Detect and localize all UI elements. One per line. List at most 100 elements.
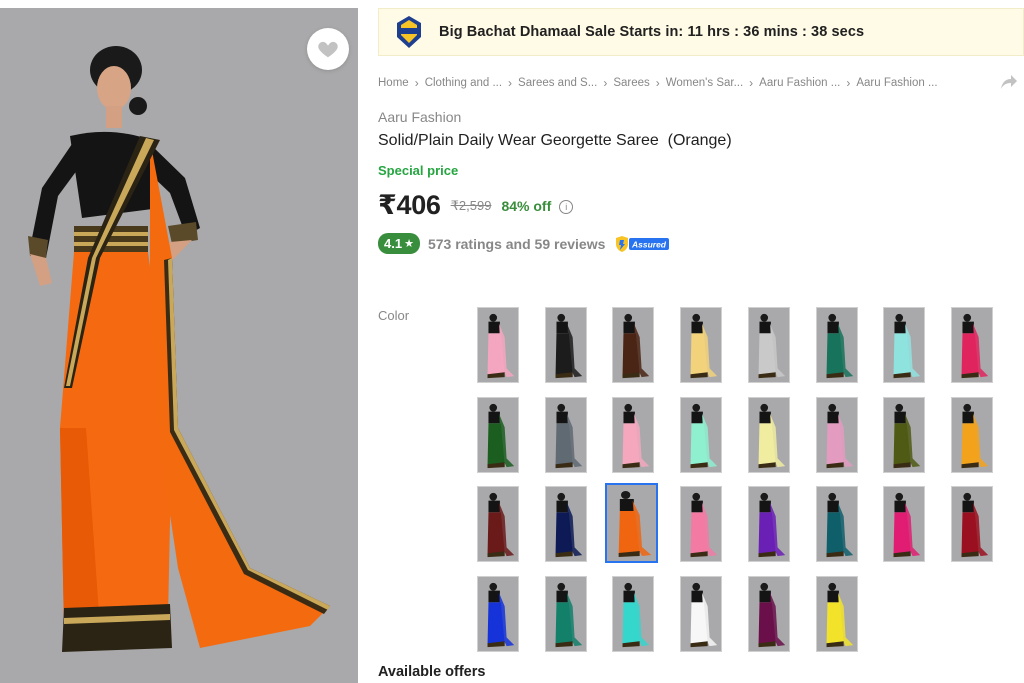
saree-thumbnail (478, 577, 518, 651)
saree-thumbnail (681, 577, 721, 651)
saree-thumbnail (546, 398, 586, 472)
color-swatch[interactable] (477, 307, 519, 383)
rating-row: 4.1 ★ 573 ratings and 59 reviews Assured (378, 233, 671, 254)
heart-icon (318, 41, 338, 58)
saree-thumbnail (546, 487, 586, 561)
color-swatch[interactable] (477, 486, 519, 562)
star-icon: ★ (404, 238, 414, 250)
color-swatch[interactable] (605, 483, 658, 563)
color-label: Color (378, 308, 410, 323)
rating-value: 4.1 (384, 236, 403, 251)
color-swatch[interactable] (951, 397, 993, 473)
chevron-right-icon: › (655, 76, 660, 90)
breadcrumb-sarees-and-suits[interactable]: Sarees and S... (518, 77, 597, 89)
color-swatch[interactable] (748, 307, 790, 383)
available-offers-heading: Available offers (378, 664, 486, 680)
rating-badge[interactable]: 4.1 ★ (378, 233, 420, 254)
color-swatch[interactable] (748, 576, 790, 652)
assured-badge-icon: Assured (616, 235, 670, 252)
product-page: Big Bachat Dhamaal Sale Starts in: 11 hr… (0, 0, 1024, 683)
saree-thumbnail (952, 308, 992, 382)
original-price: ₹2,599 (450, 197, 492, 213)
wishlist-button[interactable] (307, 28, 349, 70)
special-price-label: Special price (378, 163, 459, 178)
saree-thumbnail (749, 487, 789, 561)
saree-thumbnail (749, 577, 789, 651)
color-swatch[interactable] (612, 576, 654, 652)
discount-percent: 84% off (501, 197, 552, 214)
chevron-right-icon: › (603, 76, 608, 90)
saree-thumbnail (884, 308, 924, 382)
color-swatch[interactable] (612, 307, 654, 383)
color-swatch[interactable] (545, 486, 587, 562)
share-icon[interactable] (1000, 74, 1018, 90)
saree-thumbnail (681, 398, 721, 472)
breadcrumb: Home › Clothing and ... › Sarees and S..… (378, 76, 1024, 90)
saree-thumbnail (681, 308, 721, 382)
color-swatch[interactable] (816, 307, 858, 383)
color-swatch[interactable] (680, 307, 722, 383)
breadcrumb-sarees[interactable]: Sarees (613, 77, 649, 89)
saree-thumbnail (817, 308, 857, 382)
selling-price: ₹406 (378, 190, 441, 220)
saree-model-illustration (0, 8, 358, 683)
color-swatch[interactable] (545, 307, 587, 383)
saree-thumbnail (952, 398, 992, 472)
product-title: Solid/Plain Daily Wear Georgette Saree (… (378, 132, 732, 149)
saree-thumbnail (546, 577, 586, 651)
saree-thumbnail (749, 398, 789, 472)
color-swatch[interactable] (883, 486, 925, 562)
sale-countdown-text: Big Bachat Dhamaal Sale Starts in: 11 hr… (439, 24, 865, 40)
saree-thumbnail (546, 308, 586, 382)
saree-thumbnail (478, 487, 518, 561)
chevron-right-icon: › (508, 76, 513, 90)
breadcrumb-womens-sarees[interactable]: Women's Sar... (666, 77, 743, 89)
breadcrumb-product[interactable]: Aaru Fashion ... (856, 77, 937, 89)
saree-thumbnail (607, 485, 656, 561)
color-swatch[interactable] (816, 486, 858, 562)
saree-thumbnail (478, 308, 518, 382)
color-swatch[interactable] (883, 307, 925, 383)
color-swatch[interactable] (748, 397, 790, 473)
saree-thumbnail (952, 487, 992, 561)
saree-thumbnail (884, 398, 924, 472)
color-swatch[interactable] (816, 576, 858, 652)
saree-thumbnail (817, 487, 857, 561)
sale-logo-icon (395, 15, 423, 49)
saree-thumbnail (817, 577, 857, 651)
chevron-right-icon: › (414, 76, 419, 90)
color-swatch-grid (477, 307, 997, 653)
color-swatch[interactable] (545, 576, 587, 652)
color-swatch[interactable] (680, 397, 722, 473)
sale-countdown-banner[interactable]: Big Bachat Dhamaal Sale Starts in: 11 hr… (378, 8, 1024, 56)
color-swatch[interactable] (748, 486, 790, 562)
ratings-reviews-count[interactable]: 573 ratings and 59 reviews (428, 236, 605, 252)
color-swatch[interactable] (545, 397, 587, 473)
color-swatch[interactable] (477, 397, 519, 473)
info-icon[interactable]: i (559, 200, 574, 214)
saree-thumbnail (613, 398, 653, 472)
saree-thumbnail (613, 577, 653, 651)
breadcrumb-home[interactable]: Home (378, 77, 409, 89)
color-swatch[interactable] (680, 576, 722, 652)
color-swatch[interactable] (477, 576, 519, 652)
color-swatch[interactable] (883, 397, 925, 473)
saree-thumbnail (613, 308, 653, 382)
saree-thumbnail (884, 487, 924, 561)
color-swatch[interactable] (612, 397, 654, 473)
color-swatch[interactable] (816, 397, 858, 473)
color-swatch[interactable] (680, 486, 722, 562)
saree-thumbnail (749, 308, 789, 382)
breadcrumb-clothing[interactable]: Clothing and ... (425, 77, 502, 89)
product-image[interactable] (0, 8, 358, 683)
color-swatch[interactable] (951, 486, 993, 562)
chevron-right-icon: › (749, 76, 754, 90)
color-swatch[interactable] (951, 307, 993, 383)
breadcrumb-brand[interactable]: Aaru Fashion ... (759, 77, 840, 89)
saree-thumbnail (817, 398, 857, 472)
saree-thumbnail (478, 398, 518, 472)
price-row: ₹406 ₹2,599 84% off i (378, 190, 574, 221)
saree-thumbnail (681, 487, 721, 561)
chevron-right-icon: › (846, 76, 851, 90)
brand-name[interactable]: Aaru Fashion (378, 109, 461, 125)
